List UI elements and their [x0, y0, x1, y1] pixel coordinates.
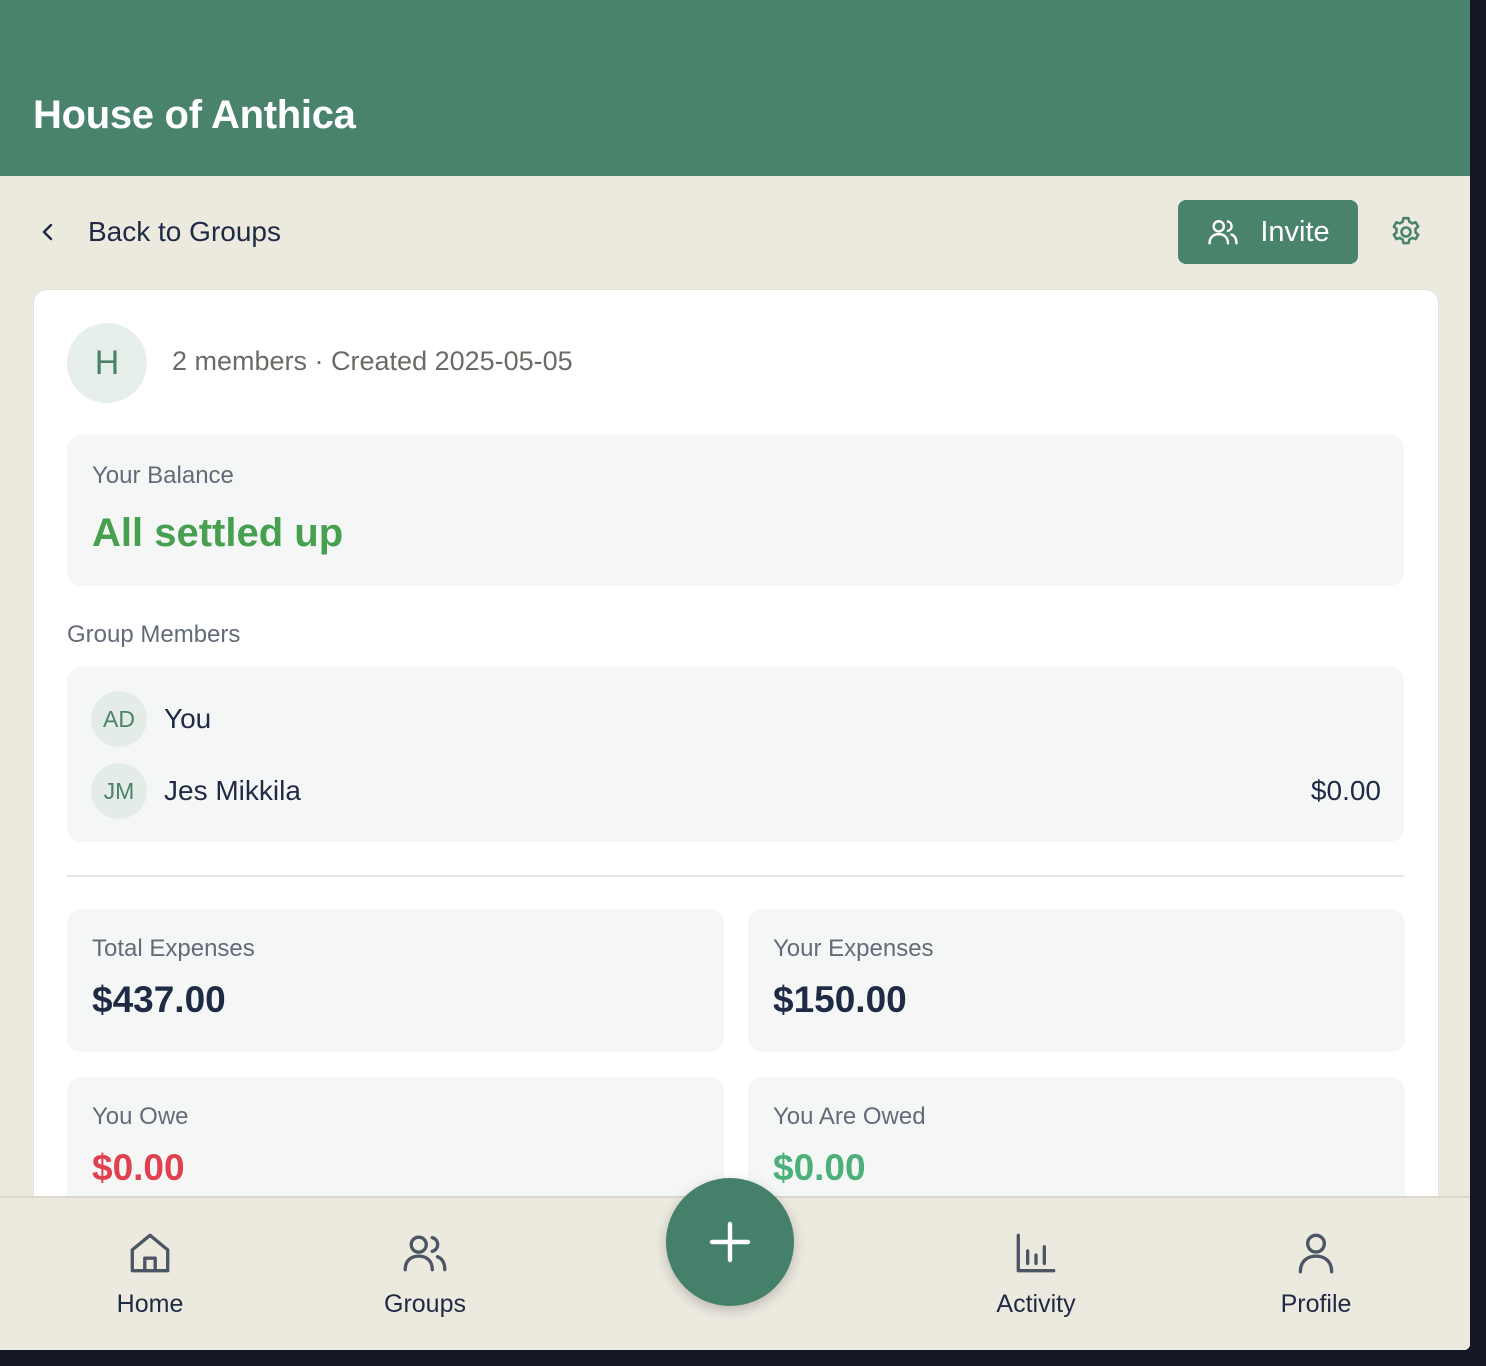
you-are-owed-value: $0.00	[773, 1147, 866, 1188]
members-heading: Group Members	[67, 621, 241, 648]
invite-button[interactable]: Invite	[1178, 200, 1358, 264]
balance-label: Your Balance	[92, 462, 234, 489]
group-avatar: H	[67, 323, 147, 403]
member-row-jes-mikkila: JM Jes Mikkila $0.00	[91, 763, 1381, 819]
user-icon	[1298, 1233, 1334, 1274]
add-expense-button[interactable]	[666, 1178, 794, 1306]
member-row-you: AD You	[91, 691, 1381, 747]
avatar: JM	[91, 763, 147, 819]
nav-groups[interactable]: Groups	[345, 1228, 505, 1328]
users-icon	[403, 1235, 447, 1272]
plus-icon	[709, 1221, 751, 1263]
your-expenses-value: $150.00	[773, 979, 907, 1020]
nav-home[interactable]: Home	[70, 1228, 230, 1328]
invite-label: Invite	[1260, 215, 1330, 248]
total-expenses-card: Total Expenses $437.00	[67, 909, 724, 1052]
gear-icon[interactable]	[1388, 214, 1424, 250]
total-expenses-value: $437.00	[92, 979, 226, 1020]
chevron-left-icon	[42, 223, 53, 241]
group-meta-text: 2 members · Created 2025-05-05	[172, 346, 573, 376]
your-expenses-card: Your Expenses $150.00	[748, 909, 1405, 1052]
nav-home-label: Home	[116, 1290, 184, 1318]
page-title: House of Anthica	[33, 93, 356, 137]
member-name: Jes Mikkila	[164, 775, 301, 806]
nav-profile[interactable]: Profile	[1236, 1228, 1396, 1328]
balance-panel: Your Balance All settled up	[67, 435, 1404, 586]
you-are-owed-label: You Are Owed	[773, 1103, 926, 1130]
group-details-card: H 2 members · Created 2025-05-05 Your Ba…	[33, 289, 1439, 1291]
nav-activity[interactable]: Activity	[956, 1228, 1116, 1328]
section-divider	[67, 875, 1404, 877]
nav-activity-label: Activity	[996, 1290, 1076, 1318]
balance-status: All settled up	[92, 511, 344, 555]
header-bar: House of Anthica	[0, 0, 1470, 176]
nav-profile-label: Profile	[1280, 1290, 1352, 1318]
you-owe-value: $0.00	[92, 1147, 185, 1188]
bar-chart-icon	[1016, 1233, 1056, 1273]
avatar: AD	[91, 691, 147, 747]
users-icon	[1208, 220, 1238, 245]
you-owe-label: You Owe	[92, 1103, 189, 1130]
home-icon	[130, 1233, 170, 1273]
member-amount: $0.00	[1310, 775, 1381, 806]
total-expenses-label: Total Expenses	[92, 935, 255, 962]
group-toolbar: Back to Groups Invite	[0, 176, 1470, 288]
your-expenses-label: Your Expenses	[773, 935, 934, 962]
back-to-groups-label: Back to Groups	[88, 216, 281, 247]
app-window: House of Anthica Back to Groups Invite H…	[0, 0, 1470, 1350]
members-list: AD You JM Jes Mikkila $0.00	[67, 667, 1404, 842]
member-name: You	[164, 703, 212, 734]
back-to-groups-button[interactable]: Back to Groups	[36, 212, 281, 252]
nav-groups-label: Groups	[384, 1290, 466, 1318]
